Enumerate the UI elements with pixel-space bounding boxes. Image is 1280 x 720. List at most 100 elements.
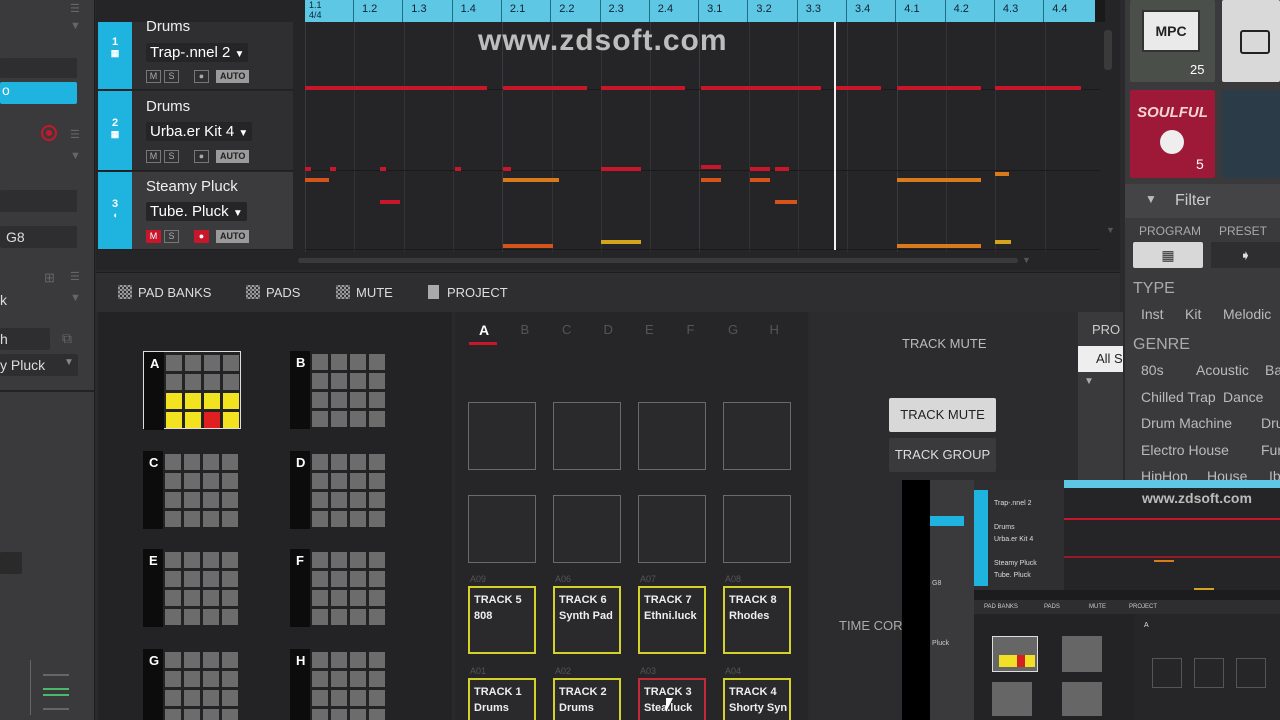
menu-icon[interactable]: ☰ [70, 2, 80, 15]
field[interactable] [0, 58, 77, 78]
type-inst[interactable]: Inst [1141, 306, 1164, 322]
solo-button[interactable]: S [164, 70, 179, 83]
note[interactable] [601, 86, 685, 90]
note[interactable] [995, 240, 1011, 244]
note[interactable] [380, 200, 400, 204]
track-row-1[interactable]: 1 ▦ Drums Trap-.nnel 2 ▼ M S ● AUTO [98, 18, 293, 90]
chevron-down-icon[interactable]: ▼ [70, 292, 81, 304]
note[interactable] [701, 86, 821, 90]
pad-track[interactable]: TRACK 6 Synth Pad [553, 586, 621, 654]
field[interactable]: h [0, 328, 50, 350]
bank-select-a[interactable]: A [479, 322, 489, 338]
timeline-ruler[interactable]: 1.1 4/4 1.2 1.3 1.4 2.1 2.2 2.3 2.4 3.1 3.2 3.3 3.4… [305, 0, 1095, 22]
note[interactable] [305, 178, 329, 182]
pad-track[interactable]: TRACK 1 Drums [468, 678, 536, 720]
track-2-lane[interactable] [305, 91, 1100, 171]
note[interactable] [750, 178, 770, 182]
pad-empty[interactable] [553, 495, 621, 563]
pad-empty[interactable] [638, 402, 706, 470]
genre-tag[interactable]: Bas [1265, 362, 1280, 378]
menu-icon[interactable]: ☰ [70, 128, 80, 141]
note[interactable] [503, 244, 553, 248]
chevron-down-icon[interactable]: ▼ [70, 20, 81, 32]
genre-tag[interactable]: Drum Machine [1141, 415, 1232, 431]
all-button[interactable]: All S [1078, 346, 1123, 372]
bank-select-d[interactable]: D [604, 322, 613, 337]
expand-icon[interactable]: ⧉ [62, 330, 72, 347]
bank-select-c[interactable]: C [562, 322, 571, 337]
genre-tag[interactable]: 80s [1141, 362, 1164, 378]
pad-track[interactable]: TRACK 8 Rhodes [723, 586, 791, 654]
pad-track[interactable]: TRACK 2 Drums [553, 678, 621, 720]
pad-empty[interactable] [638, 495, 706, 563]
type-kit[interactable]: Kit [1185, 306, 1201, 322]
tab-mute[interactable]: MUTE [336, 285, 393, 300]
pad-bank-g[interactable]: G [143, 649, 241, 720]
add-icon[interactable]: ⊞ [44, 270, 55, 286]
expansion-thumbnail[interactable] [1222, 0, 1280, 82]
note[interactable] [897, 86, 981, 90]
note[interactable] [330, 167, 336, 171]
pad-bank-e[interactable]: E [143, 549, 241, 627]
pad-empty[interactable] [553, 402, 621, 470]
solo-button[interactable]: S [164, 230, 179, 243]
note[interactable] [601, 167, 641, 171]
expansion-thumbnail[interactable]: SOULFUL 5 [1130, 90, 1215, 178]
expansion-thumbnail[interactable] [1222, 90, 1280, 178]
note[interactable] [897, 178, 981, 182]
pad-bank-c[interactable]: C [143, 451, 241, 529]
track-3-lane[interactable] [305, 172, 1100, 250]
tab-pads[interactable]: PADS [246, 285, 300, 300]
note[interactable] [503, 178, 559, 182]
scroll-right-icon[interactable]: ▼ [1022, 255, 1031, 265]
genre-tag[interactable]: Electro House [1141, 442, 1229, 458]
field[interactable] [0, 190, 77, 212]
record-button[interactable]: ● [194, 70, 209, 83]
menu-icon[interactable]: ☰ [70, 270, 80, 283]
note-field[interactable]: G8 [0, 226, 77, 248]
field[interactable] [0, 552, 22, 574]
chevron-down-icon[interactable]: ▼ [1084, 376, 1094, 387]
chevron-down-icon[interactable]: ▼ [70, 150, 81, 162]
filter-header[interactable]: ▼ Filter [1125, 184, 1280, 218]
note[interactable] [305, 167, 311, 171]
track-row-2[interactable]: 2 ▦ Drums Urba.er Kit 4 ▼ M S ● AUTO [98, 91, 293, 171]
mute-button[interactable]: M [146, 230, 161, 243]
auto-button[interactable]: AUTO [216, 150, 250, 163]
note[interactable] [503, 86, 587, 90]
note[interactable] [701, 165, 721, 169]
genre-tag[interactable]: Chilled Trap [1141, 389, 1216, 405]
pad-empty[interactable] [723, 402, 791, 470]
tab-pad-banks[interactable]: PAD BANKS [118, 285, 211, 300]
instrument-select[interactable]: Urba.er Kit 4 ▼ [146, 122, 253, 141]
track-mute-button[interactable]: TRACK MUTE [889, 398, 996, 432]
pad-bank-d[interactable]: D [290, 451, 388, 529]
pad-track[interactable]: TRACK 4 Shorty Syn [723, 678, 791, 720]
bank-select-f[interactable]: F [687, 322, 695, 337]
expansion-thumbnail[interactable]: MPC 25 [1130, 0, 1215, 82]
note[interactable] [601, 240, 641, 244]
genre-tag[interactable]: Funk [1261, 442, 1280, 458]
pad-bank-a[interactable]: A [143, 351, 241, 430]
pad-empty[interactable] [468, 402, 536, 470]
record-arm-icon[interactable] [41, 125, 57, 141]
horizontal-scrollbar[interactable] [298, 258, 1018, 263]
genre-tag[interactable]: Dance [1223, 389, 1263, 405]
genre-tag[interactable]: Acoustic [1196, 362, 1249, 378]
program-button[interactable]: ▦ [1133, 242, 1203, 268]
note[interactable] [305, 86, 487, 90]
pad-bank-f[interactable]: F [290, 549, 388, 627]
mute-button[interactable]: M [146, 150, 161, 163]
auto-button[interactable]: AUTO [216, 230, 250, 243]
pad-bank-h[interactable]: H [290, 649, 388, 720]
pad-track[interactable]: TRACK 7 Ethni.luck [638, 586, 706, 654]
note[interactable] [995, 86, 1081, 90]
note[interactable] [775, 167, 789, 171]
pad-empty[interactable] [723, 495, 791, 563]
auto-button[interactable]: AUTO [216, 70, 250, 83]
genre-tag[interactable]: Dru [1261, 415, 1280, 431]
instrument-field[interactable]: y Pluck ▼ [0, 354, 78, 376]
record-button[interactable]: ● [194, 230, 209, 243]
tab-project[interactable]: PROJECT [428, 285, 508, 300]
scroll-down-icon[interactable]: ▼ [1106, 225, 1115, 235]
